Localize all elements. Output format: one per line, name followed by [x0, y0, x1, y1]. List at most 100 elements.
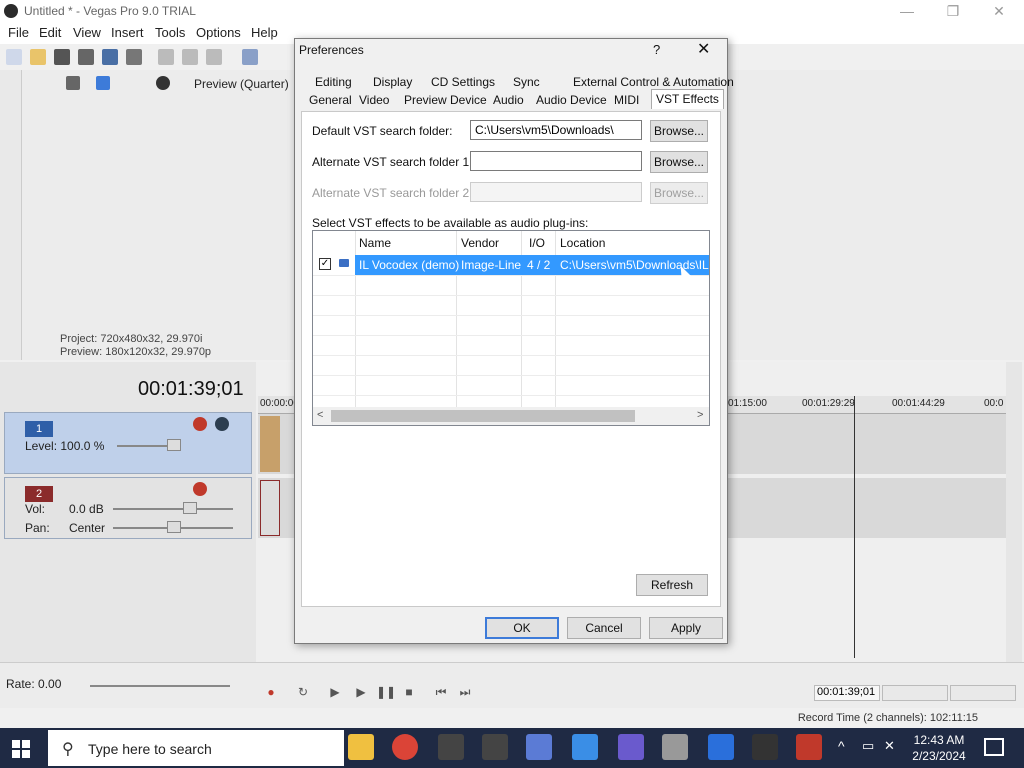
rate-slider-track[interactable]	[90, 685, 230, 687]
default-folder-label: Default VST search folder:	[312, 124, 453, 138]
preview-settings-icon[interactable]	[66, 76, 80, 90]
file-explorer-icon[interactable]	[348, 734, 374, 760]
minimize-button[interactable]: —	[884, 0, 930, 22]
properties-icon[interactable]	[126, 49, 142, 65]
column-header-location[interactable]: Location	[560, 231, 605, 255]
new-file-icon[interactable]	[6, 49, 22, 65]
help-button[interactable]: ?	[653, 42, 660, 57]
menu-options[interactable]: Options	[196, 25, 241, 40]
plugin-enabled-checkbox[interactable]: ✓	[319, 258, 331, 270]
menu-file[interactable]: File	[8, 25, 29, 40]
play-from-start-icon[interactable]: ▶	[326, 685, 344, 701]
copy-icon[interactable]	[182, 49, 198, 65]
taskbar-search[interactable]: ⚲ Type here to search	[48, 730, 344, 766]
tab-audio-device[interactable]: Audio Device	[536, 91, 607, 109]
clock[interactable]: 12:43 AM 2/23/2024	[904, 732, 974, 764]
row-divider	[313, 335, 709, 336]
menu-tools[interactable]: Tools	[155, 25, 185, 40]
cut-icon[interactable]	[158, 49, 174, 65]
open-folder-icon[interactable]	[30, 49, 46, 65]
tab-sync[interactable]: Sync	[513, 73, 540, 91]
video-track[interactable]: 1 Level: 100.0 %	[4, 412, 252, 474]
preview-quality-dropdown[interactable]: Preview (Quarter)	[194, 77, 289, 91]
calendar-icon[interactable]	[708, 734, 734, 760]
vegas-taskbar-icon[interactable]	[752, 734, 778, 760]
ok-button[interactable]: OK	[485, 617, 559, 639]
apply-button[interactable]: Apply	[649, 617, 723, 639]
render-icon[interactable]	[102, 49, 118, 65]
tab-general[interactable]: General	[309, 91, 352, 109]
microphone-icon[interactable]	[662, 734, 688, 760]
playhead[interactable]	[854, 396, 855, 658]
stop-icon[interactable]: ■	[400, 685, 418, 701]
mute-icon[interactable]	[215, 417, 229, 431]
browse-default-button[interactable]: Browse...	[650, 120, 708, 142]
preview-pane: Preview (Quarter)	[22, 70, 296, 360]
photos-icon[interactable]	[572, 734, 598, 760]
track-fx-icon[interactable]	[193, 417, 207, 431]
play-icon[interactable]: ▶	[352, 685, 370, 701]
loop-icon[interactable]: ↻	[294, 685, 312, 701]
dialog-close-button[interactable]: ✕	[697, 39, 710, 59]
list-horizontal-scrollbar[interactable]: < >	[313, 407, 709, 425]
level-slider-thumb[interactable]	[167, 439, 181, 451]
window-title: Untitled * - Vegas Pro 9.0 TRIAL	[24, 4, 196, 18]
close-window-button[interactable]: ✕	[976, 0, 1022, 22]
cancel-button[interactable]: Cancel	[567, 617, 641, 639]
save-as-icon[interactable]	[78, 49, 94, 65]
scroll-thumb[interactable]	[331, 410, 635, 422]
column-header-name[interactable]: Name	[359, 231, 391, 255]
app-icon[interactable]	[618, 734, 644, 760]
menu-insert[interactable]: Insert	[111, 25, 144, 40]
tab-cd-settings[interactable]: CD Settings	[431, 73, 495, 91]
record-icon[interactable]: ●	[262, 685, 280, 701]
volume-muted-icon[interactable]: ✕	[884, 738, 895, 754]
refresh-button[interactable]: Refresh	[636, 574, 708, 596]
tab-audio[interactable]: Audio	[493, 91, 524, 109]
audio-fx-icon[interactable]	[193, 482, 207, 496]
menu-edit[interactable]: Edit	[39, 25, 61, 40]
column-header-vendor[interactable]: Vendor	[461, 231, 499, 255]
scroll-left-icon[interactable]: <	[317, 409, 323, 421]
alt-folder-1-field[interactable]	[470, 151, 642, 171]
tab-video[interactable]: Video	[359, 91, 389, 109]
chrome-icon[interactable]	[392, 734, 418, 760]
external-monitor-icon[interactable]	[96, 76, 110, 90]
tray-chevron-icon[interactable]: ^	[838, 738, 845, 754]
calculator-icon[interactable]	[526, 734, 552, 760]
go-to-start-icon[interactable]: ⏮	[432, 685, 450, 701]
paste-icon[interactable]	[206, 49, 222, 65]
vol-slider-thumb[interactable]	[183, 502, 197, 514]
menu-view[interactable]: View	[73, 25, 101, 40]
scroll-right-icon[interactable]: >	[697, 409, 703, 421]
pause-icon[interactable]: ❚❚	[376, 685, 396, 701]
timeline-vertical-scrollbar[interactable]	[1006, 362, 1022, 662]
menu-help[interactable]: Help	[251, 25, 278, 40]
fl-studio-icon[interactable]	[438, 734, 464, 760]
tab-display[interactable]: Display	[373, 73, 412, 91]
undo-icon[interactable]	[242, 49, 258, 65]
browse-alt-1-button[interactable]: Browse...	[650, 151, 708, 173]
save-icon[interactable]	[54, 49, 70, 65]
network-icon[interactable]: ▭	[862, 738, 874, 754]
go-to-end-icon[interactable]: ⏭	[456, 685, 474, 701]
audio-track[interactable]: 2 Vol: 0.0 dB Pan: Center	[4, 477, 252, 539]
audio-clip[interactable]	[260, 480, 280, 536]
tab-vst-effects[interactable]: VST Effects	[651, 89, 724, 109]
column-header-io[interactable]: I/O	[529, 231, 545, 255]
preview-quality-icon[interactable]	[156, 76, 170, 90]
start-button[interactable]	[12, 740, 30, 758]
tab-editing[interactable]: Editing	[315, 73, 352, 91]
selection-start-box	[882, 685, 948, 701]
pan-slider-thumb[interactable]	[167, 521, 181, 533]
video-clip-thumb[interactable]	[260, 416, 280, 472]
vol-slider-track[interactable]	[113, 508, 233, 510]
guitar-app-icon[interactable]	[796, 734, 822, 760]
tab-preview-device[interactable]: Preview Device	[404, 91, 487, 109]
default-folder-field[interactable]	[470, 120, 642, 140]
tab-midi[interactable]: MIDI	[614, 91, 639, 109]
vst-effects-list[interactable]: Name Vendor I/O Location ✓ IL Vocodex (d…	[312, 230, 710, 426]
il-app-icon[interactable]	[482, 734, 508, 760]
notification-icon[interactable]	[984, 738, 1004, 756]
maximize-button[interactable]: ❐	[930, 0, 976, 22]
